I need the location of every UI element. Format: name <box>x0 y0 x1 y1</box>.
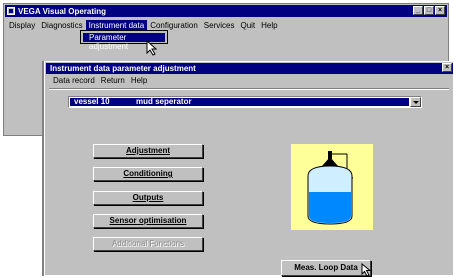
mouse-cursor-icon <box>146 40 158 56</box>
mouse-cursor-icon-2 <box>361 263 372 277</box>
sensor-optimisation-button[interactable]: Sensor optimisation <box>93 214 203 228</box>
maximize-button[interactable]: □ <box>424 6 434 15</box>
additional-functions-button: Additional Functions <box>93 237 203 251</box>
menu-data-record[interactable]: Data record <box>50 76 98 87</box>
vessel-select-value: vessel 10 mud seperator <box>70 98 409 106</box>
conditioning-button[interactable]: Conditioning <box>93 167 203 181</box>
parameter-adjustment-dialog: Instrument data parameter adjustment × D… <box>44 61 454 277</box>
menu-separator <box>49 88 449 90</box>
outputs-button[interactable]: Outputs <box>93 191 203 205</box>
dialog-title: Instrument data parameter adjustment <box>50 64 196 73</box>
tank-illustration <box>291 144 373 230</box>
app-icon <box>7 7 15 15</box>
main-window-title: VEGA Visual Operating <box>18 6 107 16</box>
menu-services[interactable]: Services <box>201 20 238 32</box>
dialog-title-bar[interactable]: Instrument data parameter adjustment <box>46 63 453 74</box>
menu-diagnostics[interactable]: Diagnostics <box>38 20 85 32</box>
menu-quit[interactable]: Quit <box>237 20 258 32</box>
menu-return[interactable]: Return <box>98 76 128 87</box>
vessel-number: vessel 10 <box>74 97 110 106</box>
menu-display[interactable]: Display <box>6 20 38 32</box>
main-title-bar[interactable]: VEGA Visual Operating _ □ × <box>5 5 447 17</box>
vessel-name: mud seperator <box>136 97 192 106</box>
menu-help[interactable]: Help <box>258 20 280 32</box>
dialog-menu-bar: Data record Return Help <box>50 76 150 87</box>
menu-dialog-help[interactable]: Help <box>128 76 150 87</box>
chevron-down-icon[interactable] <box>410 97 421 107</box>
vessel-select[interactable]: vessel 10 mud seperator <box>68 96 422 108</box>
tank-icon <box>307 151 353 225</box>
adjustment-button[interactable]: Adjustment <box>93 144 203 158</box>
close-button[interactable]: × <box>435 6 445 15</box>
meas-loop-data-button[interactable]: Meas. Loop Data <box>281 260 371 276</box>
minimize-button[interactable]: _ <box>413 6 423 15</box>
dialog-close-button[interactable]: × <box>442 63 452 72</box>
